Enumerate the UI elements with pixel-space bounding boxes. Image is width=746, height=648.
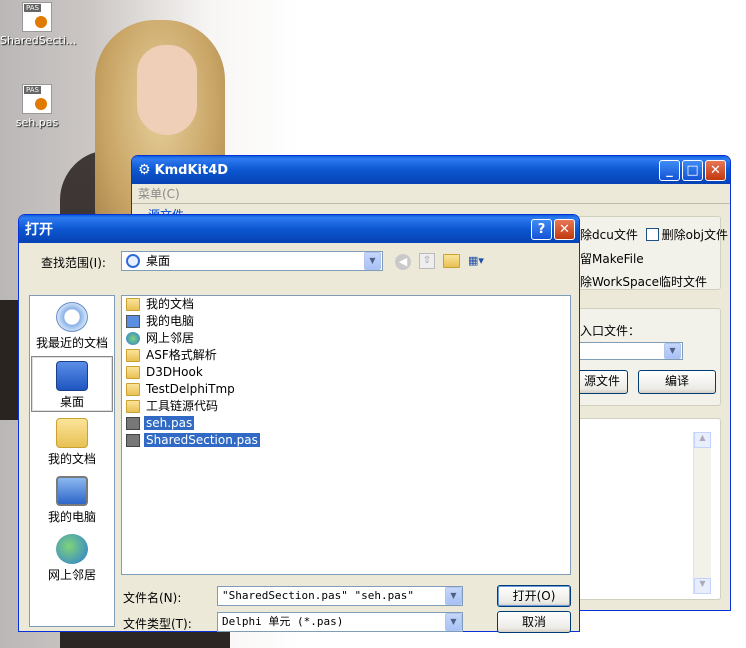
- lookin-combo[interactable]: 桌面: [121, 251, 383, 271]
- list-item[interactable]: D3DHook: [124, 364, 570, 381]
- minimize-button[interactable]: _: [659, 160, 680, 181]
- up-folder-icon[interactable]: ⇧: [419, 253, 435, 269]
- recent-docs-icon: [56, 302, 88, 332]
- compile-button[interactable]: 编译: [638, 370, 716, 394]
- list-item[interactable]: 我的电脑: [124, 313, 570, 330]
- filename-label: 文件名(N):: [123, 591, 182, 605]
- list-item[interactable]: ASF格式解析: [124, 347, 570, 364]
- list-item[interactable]: SharedSection.pas: [124, 432, 570, 449]
- filetype-combo-arrow[interactable]: ▼: [445, 613, 462, 631]
- lookin-label: 查找范围(I):: [41, 256, 106, 270]
- source-file-button[interactable]: 源文件: [576, 370, 628, 394]
- place-my-computer[interactable]: 我的电脑: [31, 472, 113, 528]
- entry-file-label: 入口文件：: [580, 324, 641, 338]
- folder-icon: [126, 400, 140, 413]
- cancel-button[interactable]: 取消: [497, 611, 571, 633]
- scroll-down-arrow[interactable]: ▼: [694, 578, 711, 594]
- pas-file-icon: [22, 2, 52, 32]
- scroll-up-arrow[interactable]: ▲: [694, 432, 711, 448]
- new-folder-icon[interactable]: [443, 254, 460, 268]
- filetype-label: 文件类型(T):: [123, 617, 192, 631]
- desktop-icon: [56, 361, 88, 391]
- folder-icon: [126, 349, 140, 362]
- filetype-combo[interactable]: Delphi 单元 (*.pas): [217, 612, 463, 632]
- list-item[interactable]: TestDelphiTmp: [124, 381, 570, 398]
- filename-input[interactable]: "SharedSection.pas" "seh.pas": [217, 586, 463, 606]
- folder-icon: [126, 383, 140, 396]
- pas-file-icon: [126, 434, 140, 447]
- place-recent[interactable]: 我最近的文档: [31, 298, 113, 354]
- my-computer-icon: [56, 476, 88, 506]
- desktop-small-icon: [126, 254, 140, 268]
- list-item[interactable]: 网上邻居: [124, 330, 570, 347]
- folder-icon: [126, 366, 140, 379]
- help-button[interactable]: ?: [531, 219, 552, 240]
- opt-delete-workspace[interactable]: 除WorkSpace临时文件: [580, 273, 707, 290]
- list-item[interactable]: 工具链源代码: [124, 398, 570, 415]
- my-documents-icon: [126, 298, 140, 311]
- gear-icon: ⚙: [138, 162, 151, 178]
- places-bar: 我最近的文档 桌面 我的文档 我的电脑 网上邻居: [29, 295, 115, 627]
- network-places-icon: [126, 332, 140, 345]
- opt-keep-makefile[interactable]: 留MakeFile: [580, 250, 644, 267]
- open-dialog: 打开 ? ✕ 查找范围(I): 桌面 ▼ ◀ ⇧ ▦▾ 我最近的文档 桌面 我的…: [18, 214, 580, 633]
- close-button[interactable]: ✕: [705, 160, 726, 181]
- opt-delete-dcu[interactable]: 除dcu文件 删除obj文件: [580, 226, 728, 243]
- kmdkit-titlebar[interactable]: ⚙ KmdKit4D _ □ ✕: [132, 156, 730, 184]
- pas-file-icon: [126, 417, 140, 430]
- delete-obj-checkbox[interactable]: [645, 228, 659, 241]
- view-menu-icon[interactable]: ▦▾: [468, 254, 492, 269]
- desktop-icon-sharedsection[interactable]: SharedSecti...: [0, 2, 76, 47]
- dialog-title: 打开: [25, 222, 53, 238]
- list-item[interactable]: 我的文档: [124, 296, 570, 313]
- maximize-button[interactable]: □: [682, 160, 703, 181]
- log-scrollbar[interactable]: ▲ ▼: [693, 432, 711, 594]
- kmdkit-title: KmdKit4D: [154, 162, 229, 178]
- file-list[interactable]: 我的文档 我的电脑 网上邻居 ASF格式解析 D3DHook TestDelph…: [121, 295, 571, 575]
- list-item[interactable]: seh.pas: [124, 415, 570, 432]
- entry-combo-arrow[interactable]: ▼: [664, 343, 681, 359]
- back-icon[interactable]: ◀: [395, 254, 411, 270]
- pas-file-icon: [22, 84, 52, 114]
- place-network[interactable]: 网上邻居: [31, 530, 113, 586]
- desktop-icon-seh[interactable]: seh.pas: [0, 84, 74, 129]
- lookin-combo-arrow[interactable]: ▼: [364, 252, 381, 270]
- dialog-close-button[interactable]: ✕: [554, 219, 575, 240]
- filename-combo-arrow[interactable]: ▼: [445, 587, 462, 605]
- place-my-documents[interactable]: 我的文档: [31, 414, 113, 470]
- network-places-icon: [56, 534, 88, 564]
- place-desktop[interactable]: 桌面: [31, 356, 113, 412]
- my-computer-icon: [126, 315, 140, 328]
- my-documents-icon: [56, 418, 88, 448]
- open-button[interactable]: 打开(O): [497, 585, 571, 607]
- kmdkit-menu[interactable]: 菜单(C): [132, 184, 730, 204]
- dialog-titlebar[interactable]: 打开 ? ✕: [19, 215, 579, 243]
